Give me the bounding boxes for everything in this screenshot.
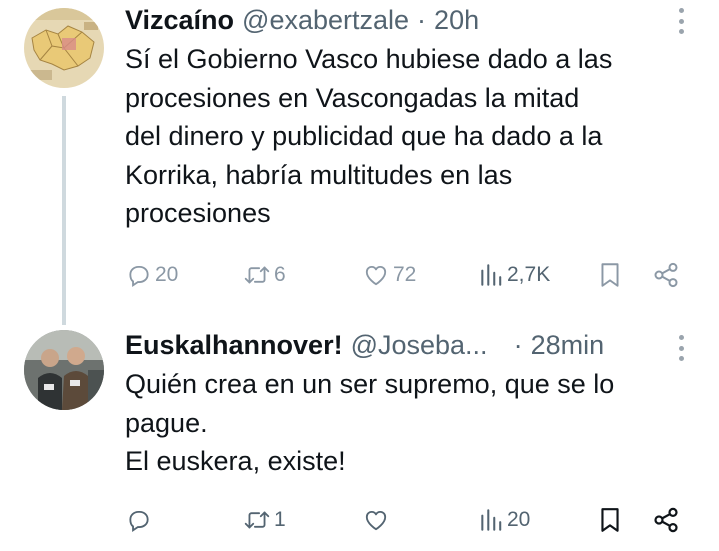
- reply-button[interactable]: [126, 500, 155, 540]
- retweet-button[interactable]: 1: [243, 500, 286, 540]
- tweet-text: Sí el Gobierno Vasco hubiese dado a las …: [125, 44, 613, 228]
- bookmark-button[interactable]: [598, 500, 622, 540]
- more-options-icon[interactable]: [677, 335, 685, 361]
- reply-count: 20: [155, 263, 179, 286]
- tweet-actions: 1 20: [0, 500, 719, 540]
- share-button[interactable]: [652, 500, 680, 540]
- views-count: 20: [507, 508, 531, 531]
- bookmark-icon: [601, 263, 619, 287]
- author-name[interactable]: Vizcaíno: [125, 5, 234, 36]
- tweet-actions: 20 6 72 2,7K: [0, 255, 719, 295]
- heart-icon: [365, 265, 387, 286]
- tweet[interactable]: Vizcaíno @exabertzale · 20h Sí el Gobier…: [0, 0, 719, 325]
- author-name[interactable]: Euskalhannover!: [125, 330, 343, 361]
- retweet-icon: [244, 511, 270, 529]
- separator-dot: ·: [417, 4, 427, 35]
- like-button[interactable]: 72: [362, 255, 416, 295]
- reply-icon: [129, 510, 149, 533]
- retweet-icon: [244, 266, 270, 284]
- map-avatar-image: [24, 8, 104, 88]
- retweet-count: 1: [274, 508, 286, 531]
- photo-avatar-image: [24, 330, 104, 410]
- separator-dot: ·: [513, 329, 523, 360]
- more-options-icon[interactable]: [677, 8, 685, 34]
- bookmark-icon: [601, 508, 619, 532]
- retweet-count: 6: [274, 263, 286, 286]
- views-button[interactable]: 2,7K: [478, 255, 550, 295]
- retweet-button[interactable]: 6: [243, 255, 286, 295]
- share-icon: [654, 262, 678, 288]
- author-handle[interactable]: @Joseba...: [351, 330, 488, 361]
- tweet-header: Euskalhannover! @Joseba... · 28min: [125, 325, 604, 365]
- tweet-text: Quién crea en un ser supremo, que se lo …: [125, 369, 615, 476]
- timestamp[interactable]: 20h: [434, 5, 479, 36]
- bookmark-button[interactable]: [598, 255, 622, 295]
- heart-icon: [365, 510, 387, 531]
- views-icon: [481, 264, 502, 286]
- reply-button[interactable]: 20: [126, 255, 178, 295]
- timestamp[interactable]: 28min: [531, 330, 605, 361]
- views-icon: [481, 509, 502, 531]
- author-handle[interactable]: @exabertzale: [242, 5, 409, 36]
- avatar[interactable]: [24, 330, 104, 410]
- avatar[interactable]: [24, 8, 104, 88]
- reply-icon: [129, 265, 149, 288]
- like-count: 72: [393, 263, 417, 286]
- share-button[interactable]: [652, 255, 680, 295]
- views-button[interactable]: 20: [478, 500, 530, 540]
- share-icon: [654, 507, 678, 533]
- tweet[interactable]: Euskalhannover! @Joseba... · 28min Quién…: [0, 325, 719, 551]
- views-count: 2,7K: [507, 263, 551, 286]
- like-button[interactable]: [362, 500, 393, 540]
- tweet-header: Vizcaíno @exabertzale · 20h: [125, 0, 479, 40]
